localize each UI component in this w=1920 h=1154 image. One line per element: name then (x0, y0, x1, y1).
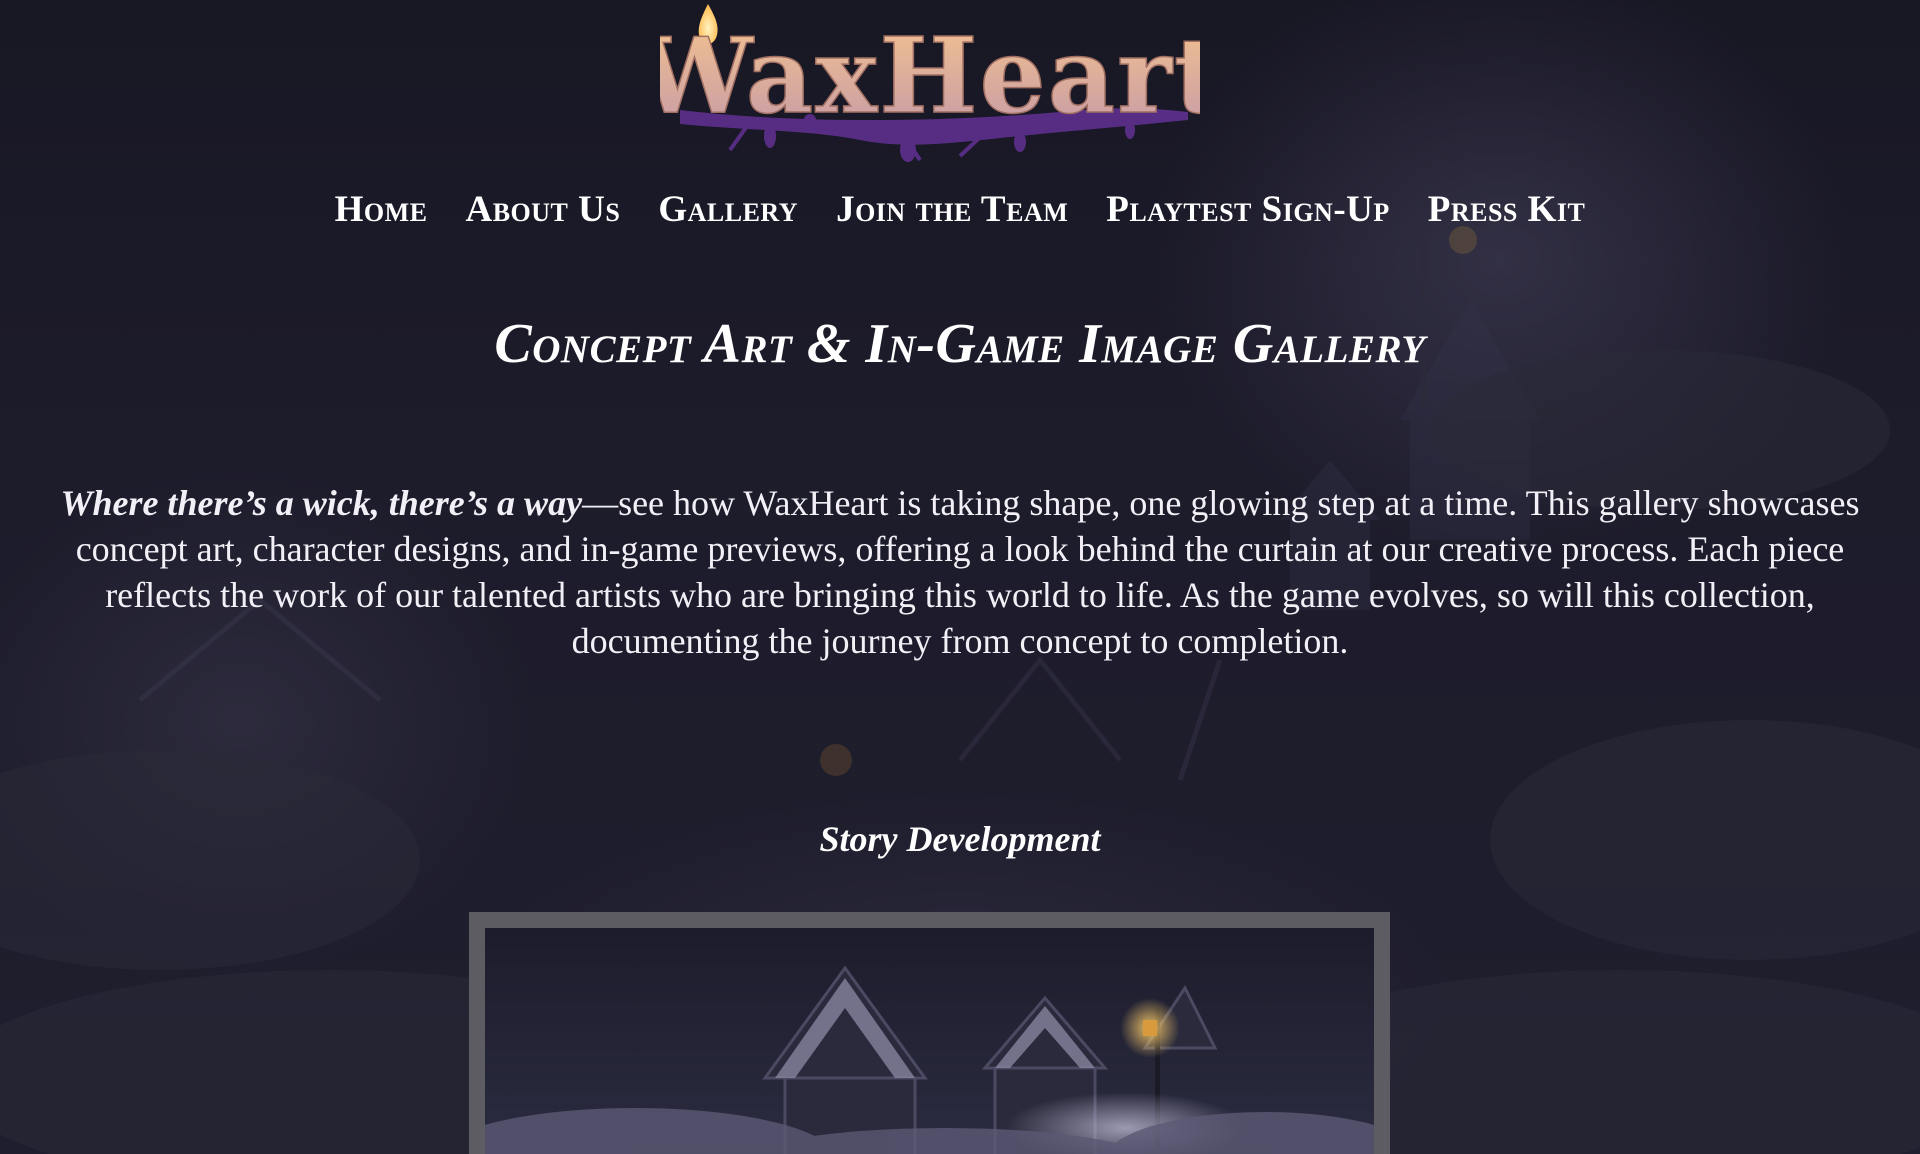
page: WaxHeart Home About Us Gallery Join the … (0, 0, 1920, 1154)
page-title: Concept Art & In-Game Image Gallery (494, 313, 1426, 375)
intro-paragraph: Where there’s a wick, there’s a way—see … (50, 480, 1870, 664)
gallery-image-frame[interactable] (469, 912, 1390, 1154)
nav-join-the-team[interactable]: Join the Team (836, 188, 1068, 231)
nav-gallery[interactable]: Gallery (658, 188, 798, 231)
nav-press-kit[interactable]: Press Kit (1428, 188, 1586, 231)
site-logo[interactable]: WaxHeart (660, 0, 1200, 165)
nav-home[interactable]: Home (335, 188, 428, 231)
nav-playtest-sign-up[interactable]: Playtest Sign-Up (1106, 188, 1389, 231)
intro-emphasis: Where there’s a wick, there’s a way (60, 483, 583, 523)
gallery-image-snowy-village (485, 928, 1374, 1154)
nav-about-us[interactable]: About Us (466, 188, 621, 231)
main-nav: Home About Us Gallery Join the Team Play… (0, 188, 1920, 231)
logo-wordmark: WaxHeart (660, 14, 1200, 137)
section-title-story-development: Story Development (819, 819, 1101, 859)
